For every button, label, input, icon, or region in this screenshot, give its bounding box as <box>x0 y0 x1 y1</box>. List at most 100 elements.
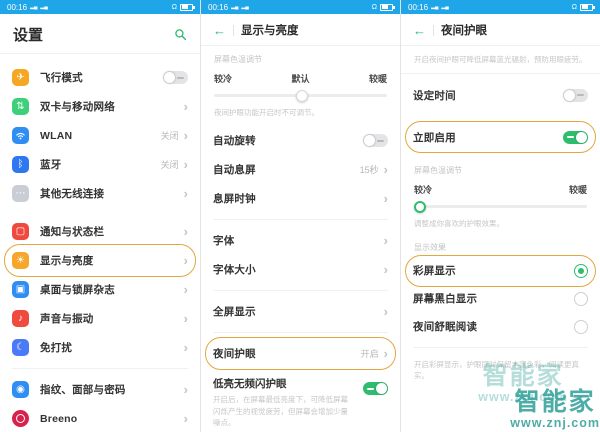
item-label: 低亮无频闪护眼 <box>213 378 287 391</box>
item-night-shield[interactable]: 夜间护眼 开启 › <box>201 337 400 371</box>
item-set-time[interactable]: 设定时间 <box>401 81 600 109</box>
chevron-right-icon: › <box>383 346 388 362</box>
chevron-right-icon: › <box>183 224 188 239</box>
moon-icon: ☾ <box>12 339 29 356</box>
item-enable-now[interactable]: 立即启用 <box>401 121 600 154</box>
settings-list-screen: 00:16 ▂▄ ▂▄ Ω 设置 ✈ 飞行模式 ⇅ 双卡与移动网络 › WLAN… <box>0 0 200 432</box>
item-full-screen-display[interactable]: 全屏显示 › <box>201 297 400 326</box>
battery-icon <box>180 3 195 11</box>
option-label: 彩屏显示 <box>413 265 456 277</box>
slider-label-cold: 较冷 <box>214 74 233 84</box>
item-label: 双卡与移动网络 <box>40 101 115 113</box>
item-font[interactable]: 字体 › <box>201 226 400 255</box>
night-color-temp-slider[interactable] <box>414 200 587 214</box>
section-label-color-temp: 屏幕色温调节 <box>414 166 462 176</box>
page-title: 夜间护眼 <box>441 25 487 37</box>
item-label: 其他无线连接 <box>40 188 105 200</box>
color-temp-slider-labels: 较冷 默认 较暖 <box>201 69 400 89</box>
night-shield-screen: 00:16 ▂▄ ▂▄ Ω ← 夜间护眼 开启夜间护眼可降低屏幕蓝光辐射，预防用… <box>400 0 600 432</box>
chevron-right-icon: › <box>183 411 188 426</box>
option-night-reading[interactable]: 夜间舒眠阅读 <box>401 313 600 341</box>
airplane-icon: ✈ <box>12 69 29 86</box>
item-value: 15秒 <box>359 165 379 176</box>
page-title: 显示与亮度 <box>241 25 299 37</box>
item-label: 息屏时钟 <box>213 193 256 206</box>
wallpaper-icon: ▣ <box>12 281 29 298</box>
speaker-icon: ♪ <box>12 310 29 327</box>
settings-item-other-wireless[interactable]: ⋯ 其他无线连接 › <box>0 179 200 208</box>
item-label: 通知与状态栏 <box>40 226 105 238</box>
item-auto-rotate[interactable]: 自动旋转 <box>201 126 400 155</box>
page-header: ← 显示与亮度 <box>201 14 400 45</box>
signal-icon-2: ▂▄ <box>241 4 249 10</box>
display-effect-note: 开启彩屏显示，护眼同时保留丰富色彩，阅读更真实。 <box>414 359 579 380</box>
settings-item-display-brightness[interactable]: ☀ 显示与亮度 › <box>0 244 200 277</box>
notification-icon: ▢ <box>12 223 29 240</box>
slider-knob[interactable] <box>295 90 308 102</box>
item-low-brightness-flicker-free[interactable]: 低亮无频闪护眼 开启后，在屏幕最低亮度下，可降低屏幕闪烁产生的视觉疲劳，但屏幕会… <box>201 372 400 428</box>
settings-item-wallpaper[interactable]: ▣ 桌面与锁屏杂志 › <box>0 275 200 304</box>
slider-label-warm: 较暖 <box>568 185 587 196</box>
divider <box>213 332 388 334</box>
divider <box>213 219 388 221</box>
back-arrow-icon[interactable]: ← <box>213 24 226 37</box>
item-label: 全屏显示 <box>213 306 256 319</box>
enable-now-toggle[interactable] <box>563 130 588 144</box>
battery-icon <box>580 3 595 11</box>
item-label: 桌面与锁屏杂志 <box>40 284 115 296</box>
radio-unselected-icon[interactable] <box>574 319 588 334</box>
radio-selected-icon[interactable] <box>574 263 588 278</box>
chevron-right-icon: › <box>183 282 188 297</box>
option-color-display[interactable]: 彩屏显示 <box>401 254 600 287</box>
item-font-size[interactable]: 字体大小 › <box>201 255 400 284</box>
status-bar: 00:16 ▂▄ ▂▄ Ω <box>0 0 200 14</box>
chevron-right-icon: › <box>383 262 388 278</box>
settings-item-airplane-mode[interactable]: ✈ 飞行模式 <box>0 63 200 92</box>
settings-item-fingerprint-password[interactable]: ◉ 指纹、面部与密码 › <box>0 375 200 404</box>
divider <box>433 24 434 36</box>
status-time: 00:16 <box>7 2 28 12</box>
bluetooth-icon: ᛒ <box>12 156 29 173</box>
settings-item-dual-sim[interactable]: ⇅ 双卡与移动网络 › <box>0 92 200 121</box>
radio-unselected-icon[interactable] <box>574 291 588 306</box>
screenshot-root: 00:16 ▂▄ ▂▄ Ω 设置 ✈ 飞行模式 ⇅ 双卡与移动网络 › WLAN… <box>0 0 600 432</box>
airplane-toggle[interactable] <box>163 71 188 84</box>
dual-sim-icon: ⇅ <box>12 98 29 115</box>
slider-label-warm: 较暖 <box>368 74 387 84</box>
settings-item-do-not-disturb[interactable]: ☾ 免打扰 › <box>0 333 200 362</box>
display-brightness-screen: 00:16 ▂▄ ▂▄ Ω ← 显示与亮度 屏幕色温调节 较冷 默认 较暖 夜间… <box>200 0 400 432</box>
slider-knob[interactable] <box>414 201 426 214</box>
item-screen-off-clock[interactable]: 息屏时钟 › <box>201 184 400 213</box>
settings-item-sound-vibration[interactable]: ♪ 声音与振动 › <box>0 304 200 333</box>
item-label: 自动息屏 <box>213 164 256 177</box>
item-label: 声音与振动 <box>40 313 94 325</box>
item-label: 字体大小 <box>213 264 256 277</box>
divider <box>0 53 200 54</box>
watermark-url: www.znj.com <box>478 390 568 404</box>
color-temp-slider[interactable] <box>214 89 387 102</box>
watermark-brand: 智能家 <box>514 387 596 416</box>
settings-item-breeno[interactable]: Breeno › <box>0 404 200 432</box>
item-auto-screen-off[interactable]: 自动息屏 15秒 › <box>201 155 400 184</box>
search-icon[interactable] <box>174 28 187 41</box>
chevron-right-icon: › <box>183 157 188 172</box>
item-label: 指纹、面部与密码 <box>40 384 126 396</box>
auto-rotate-toggle[interactable] <box>363 134 388 148</box>
chevron-right-icon: › <box>383 162 388 178</box>
item-value: 开启 <box>360 349 379 360</box>
item-label: 蓝牙 <box>40 159 62 171</box>
settings-item-notifications[interactable]: ▢ 通知与状态栏 › <box>0 217 200 246</box>
wifi-icon <box>12 127 29 144</box>
set-time-toggle[interactable] <box>563 88 588 102</box>
item-label: 显示与亮度 <box>40 255 94 267</box>
flicker-free-toggle[interactable] <box>363 382 388 396</box>
item-label: 免打扰 <box>40 342 73 354</box>
status-time: 00:16 <box>208 2 229 12</box>
page-header: ← 夜间护眼 <box>401 14 600 45</box>
settings-item-bluetooth[interactable]: ᛒ 蓝牙 关闭 › <box>0 150 200 179</box>
divider <box>401 73 600 75</box>
back-arrow-icon[interactable]: ← <box>413 24 426 37</box>
option-black-white-display[interactable]: 屏幕黑白显示 <box>401 285 600 313</box>
chevron-right-icon: › <box>383 233 388 249</box>
settings-item-wlan[interactable]: WLAN 关闭 › <box>0 121 200 150</box>
